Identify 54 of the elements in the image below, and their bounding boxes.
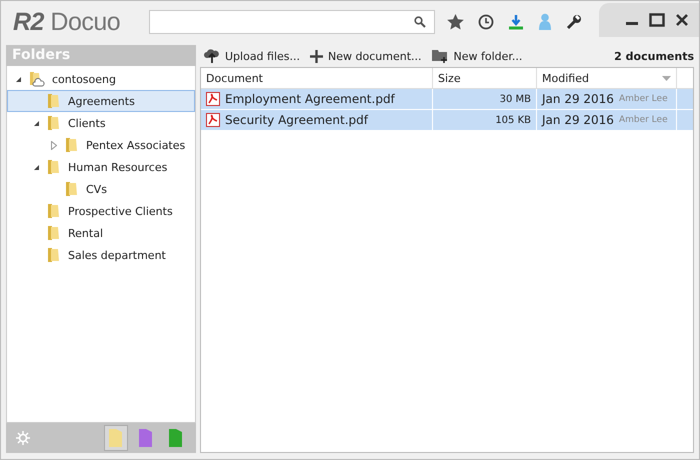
app-logo: R2 Docuo <box>13 8 122 36</box>
folder-icon <box>46 115 62 131</box>
cloud-upload-icon <box>204 48 220 64</box>
tree-item[interactable]: Prospective Clients <box>7 200 195 222</box>
tree-item[interactable]: Clients <box>7 112 195 134</box>
toolbar-action[interactable]: New folder... <box>432 49 522 63</box>
folder-icon <box>46 225 62 241</box>
collapsed-arrow-icon[interactable] <box>51 140 57 150</box>
search-icon <box>414 16 426 28</box>
document-count: 2 documents <box>614 50 694 62</box>
sort-caret-icon <box>662 76 671 80</box>
file-size: 30 MB <box>433 89 537 109</box>
folder-icon <box>64 137 80 153</box>
folder-icon <box>64 181 80 197</box>
folder-add-icon <box>432 49 448 63</box>
folder-icon <box>46 247 62 263</box>
toolbar-action[interactable]: Upload files... <box>204 48 300 64</box>
wrench-icon[interactable] <box>566 14 582 30</box>
toolbar-action[interactable]: New document... <box>310 50 422 62</box>
column-header[interactable]: Size <box>433 68 537 88</box>
tree-item[interactable]: Agreements <box>7 90 195 112</box>
document-row[interactable]: Security Agreement.pdf 105 KB Jan 29 2016 Amber Lee <box>201 110 693 131</box>
folder-icon <box>46 203 62 219</box>
tree-item[interactable]: Rental <box>7 222 195 244</box>
file-name: Security Agreement.pdf <box>225 113 368 127</box>
pdf-file-icon <box>206 113 220 127</box>
tree-item[interactable]: Human Resources <box>7 156 195 178</box>
modified-date: Jan 29 2016 <box>542 92 614 106</box>
document-row[interactable]: Employment Agreement.pdf 30 MB Jan 29 2016 Amber Lee <box>201 89 693 110</box>
author-name: Amber Lee <box>618 115 668 125</box>
tree-item[interactable]: Sales department <box>7 244 195 266</box>
download-icon[interactable] <box>508 14 524 30</box>
folder-icon <box>46 93 62 109</box>
modified-date: Jan 29 2016 <box>542 113 614 127</box>
expanded-arrow-icon[interactable] <box>32 164 40 170</box>
tree-item[interactable]: Pentex Associates <box>7 134 195 156</box>
plus-icon <box>310 50 324 62</box>
folder-icon <box>46 159 62 175</box>
maximize-icon[interactable] <box>649 13 665 27</box>
expanded-arrow-icon[interactable] <box>14 76 22 82</box>
expanded-arrow-icon[interactable] <box>32 120 40 126</box>
file-name: Employment Agreement.pdf <box>225 92 395 106</box>
tree-item[interactable]: contosoeng <box>7 68 195 90</box>
column-header[interactable]: Document <box>201 68 433 88</box>
search-field[interactable] <box>149 10 435 34</box>
clock-icon[interactable] <box>478 14 494 30</box>
column-header[interactable]: Modified <box>537 68 677 88</box>
pdf-file-icon <box>206 92 220 106</box>
file-size: 105 KB <box>433 110 537 130</box>
close-icon[interactable] <box>675 13 689 27</box>
author-name: Amber Lee <box>618 94 668 104</box>
star-icon[interactable] <box>447 14 464 30</box>
cloud-folder-icon <box>28 71 46 87</box>
tree-item[interactable]: CVs <box>7 178 195 200</box>
